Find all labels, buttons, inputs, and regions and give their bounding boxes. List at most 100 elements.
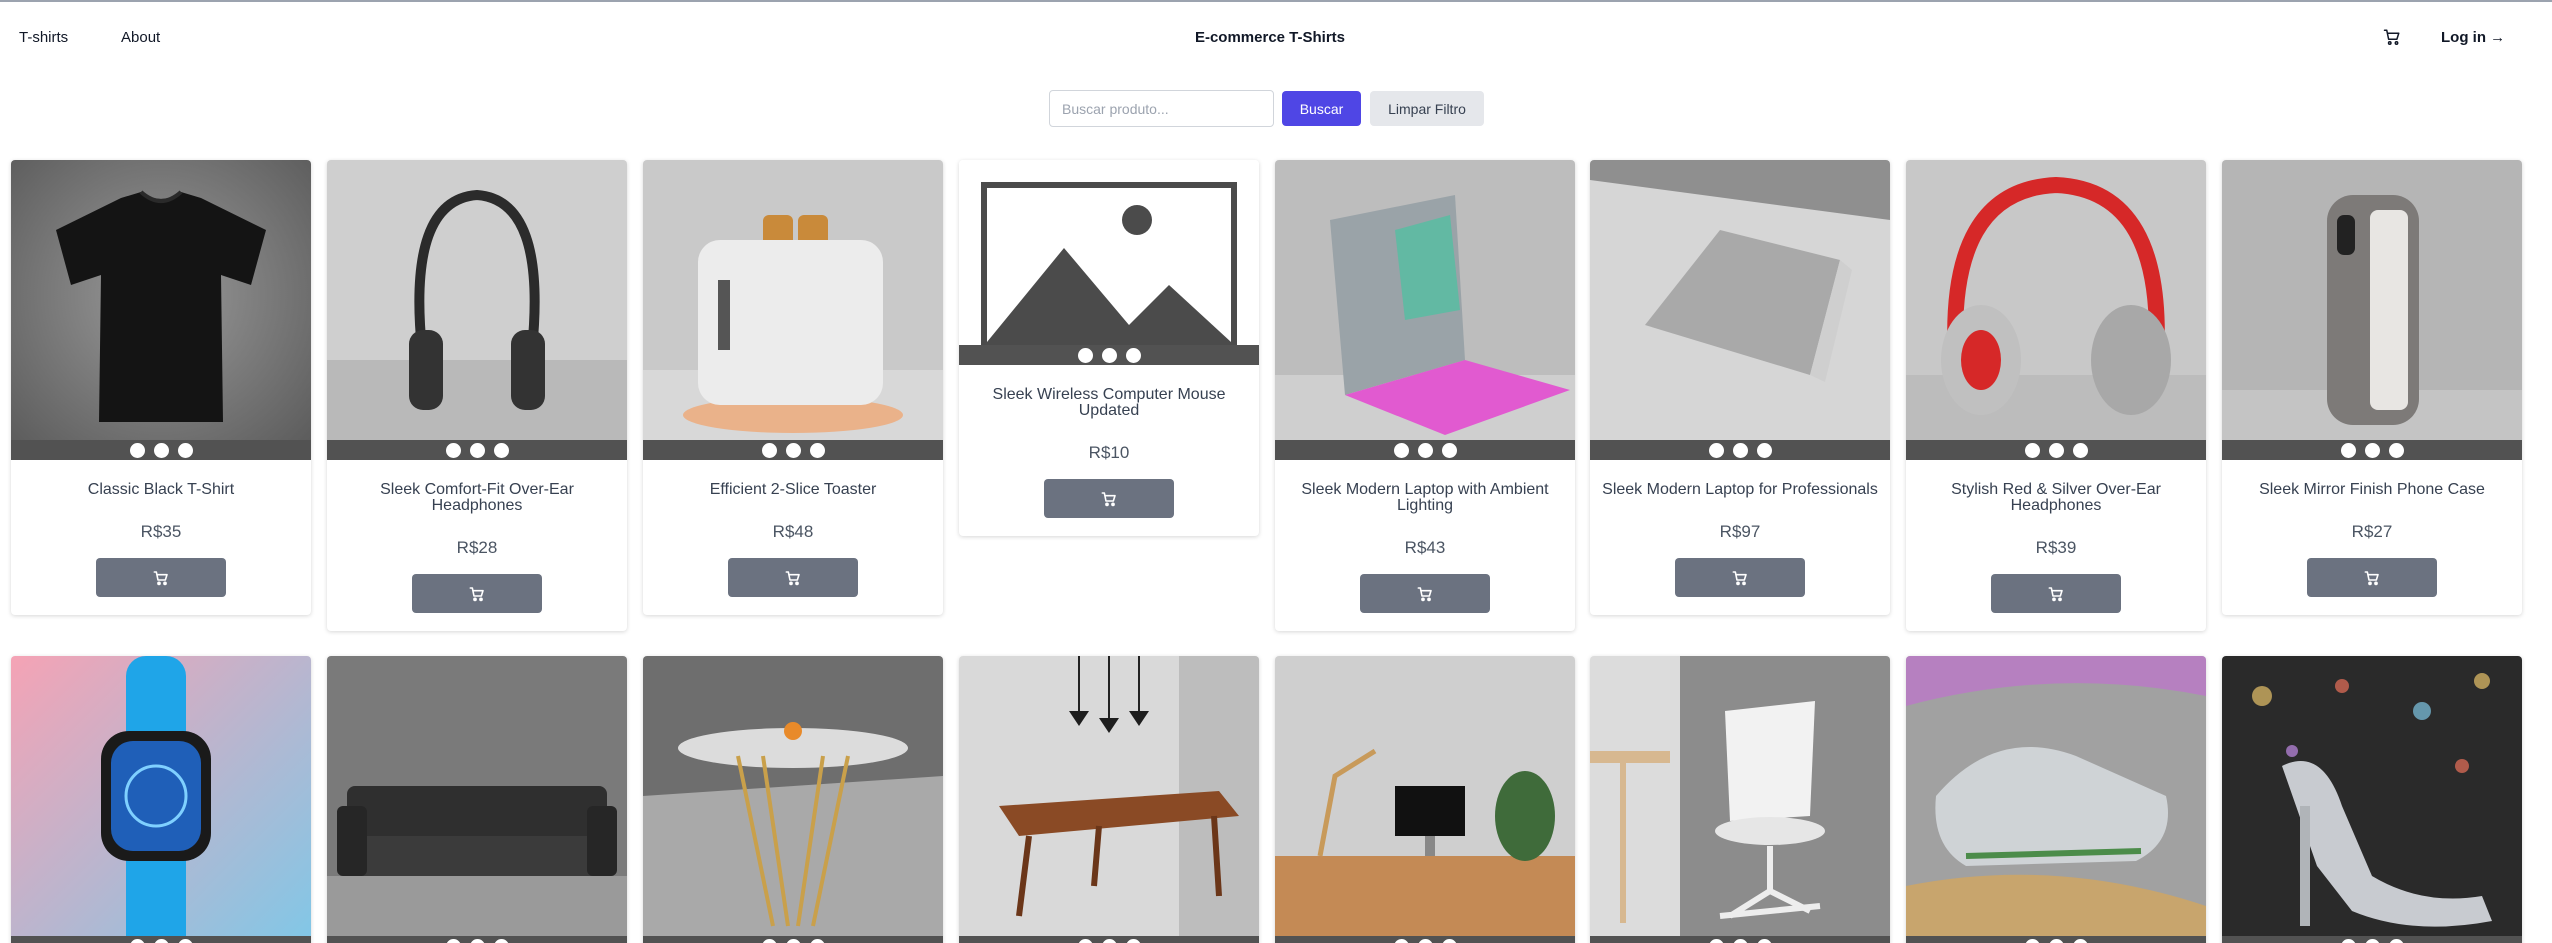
cart-icon — [153, 570, 168, 585]
search-bar: Buscar Limpar Filtro — [0, 90, 2552, 128]
search-button[interactable]: Buscar — [1282, 91, 1361, 126]
image-carousel-nav — [11, 440, 311, 460]
add-to-cart-button[interactable] — [96, 558, 226, 597]
carousel-dot[interactable] — [809, 938, 825, 943]
carousel-dot[interactable] — [177, 442, 193, 458]
carousel-dot[interactable] — [2388, 938, 2404, 943]
carousel-dot[interactable] — [761, 938, 777, 943]
carousel-dot[interactable] — [445, 938, 461, 943]
add-to-cart-button[interactable] — [412, 574, 542, 613]
carousel-dot[interactable] — [1708, 938, 1724, 943]
toaster-photo — [643, 160, 943, 460]
carousel-dot[interactable] — [1393, 938, 1409, 943]
add-to-cart-button[interactable] — [1360, 574, 1490, 613]
product-image — [959, 160, 1259, 365]
clear-filter-button[interactable]: Limpar Filtro — [1370, 91, 1484, 126]
product-image — [643, 160, 943, 460]
carousel-dot[interactable] — [493, 442, 509, 458]
carousel-dot[interactable] — [2072, 442, 2088, 458]
carousel-dot[interactable] — [2024, 938, 2040, 943]
carousel-dot[interactable] — [1393, 442, 1409, 458]
add-to-cart-button[interactable] — [1044, 479, 1174, 518]
carousel-dot[interactable] — [469, 938, 485, 943]
image-carousel-nav — [1590, 936, 1890, 943]
product-image — [643, 656, 943, 943]
carousel-dot[interactable] — [2048, 442, 2064, 458]
carousel-dot[interactable] — [1101, 347, 1117, 363]
sofa-photo — [327, 656, 627, 943]
carousel-dot[interactable] — [469, 442, 485, 458]
product-card: Stylish Red & Silver Over-Ear Headphones… — [1906, 160, 2206, 631]
carousel-dot[interactable] — [809, 442, 825, 458]
carousel-dot[interactable] — [1708, 442, 1724, 458]
carousel-dot[interactable] — [153, 442, 169, 458]
carousel-dot[interactable] — [2024, 442, 2040, 458]
product-card — [959, 656, 1259, 943]
carousel-dot[interactable] — [2388, 442, 2404, 458]
product-image — [1590, 656, 1890, 943]
carousel-dot[interactable] — [761, 442, 777, 458]
image-carousel-nav — [11, 936, 311, 943]
product-image — [1275, 160, 1575, 460]
carousel-dot[interactable] — [1125, 938, 1141, 943]
product-card — [1590, 656, 1890, 943]
image-carousel-nav — [1590, 440, 1890, 460]
carousel-dot[interactable] — [2072, 938, 2088, 943]
carousel-dot[interactable] — [493, 938, 509, 943]
carousel-dot[interactable] — [1756, 938, 1772, 943]
carousel-dot[interactable] — [1417, 442, 1433, 458]
product-price: R$10 — [1088, 443, 1130, 462]
product-card — [1906, 656, 2206, 943]
carousel-dot[interactable] — [1077, 938, 1093, 943]
carousel-dot[interactable] — [129, 938, 145, 943]
cart-icon — [2048, 586, 2063, 601]
carousel-dot[interactable] — [2048, 938, 2064, 943]
product-title: Efficient 2-Slice Toaster — [709, 481, 877, 498]
carousel-dot[interactable] — [2340, 442, 2356, 458]
image-carousel-nav — [1275, 936, 1575, 943]
carousel-dot[interactable] — [153, 938, 169, 943]
carousel-dot[interactable] — [2340, 938, 2356, 943]
carousel-dot[interactable] — [1756, 442, 1772, 458]
search-input[interactable] — [1049, 90, 1274, 127]
carousel-dot[interactable] — [2364, 442, 2380, 458]
image-carousel-nav — [2222, 440, 2522, 460]
carousel-dot[interactable] — [1732, 938, 1748, 943]
product-card — [2222, 656, 2522, 943]
headphones-photo — [1906, 160, 2206, 460]
carousel-dot[interactable] — [1417, 938, 1433, 943]
phone-case-photo — [2222, 160, 2522, 460]
carousel-dot[interactable] — [445, 442, 461, 458]
carousel-dot[interactable] — [2364, 938, 2380, 943]
carousel-dot[interactable] — [785, 938, 801, 943]
carousel-dot[interactable] — [177, 938, 193, 943]
login-link[interactable]: Log in → — [2441, 29, 2505, 46]
add-to-cart-button[interactable] — [1991, 574, 2121, 613]
carousel-dot[interactable] — [1441, 442, 1457, 458]
cart-icon — [2364, 570, 2379, 585]
headphones-photo — [327, 160, 627, 460]
product-card: Sleek Comfort-Fit Over-Ear Headphones R$… — [327, 160, 627, 631]
product-title: Sleek Modern Laptop with Ambient Lightin… — [1301, 481, 1549, 514]
carousel-dot[interactable] — [1441, 938, 1457, 943]
carousel-dot[interactable] — [1077, 347, 1093, 363]
add-to-cart-button[interactable] — [2307, 558, 2437, 597]
cart-icon[interactable] — [2383, 28, 2401, 46]
top-navbar: T-shirts About E-commerce T-Shirts Log i… — [0, 2, 2540, 72]
add-to-cart-button[interactable] — [728, 558, 858, 597]
desk-photo — [1275, 656, 1575, 943]
carousel-dot[interactable] — [1732, 442, 1748, 458]
table-photo — [643, 656, 943, 943]
product-title: Sleek Mirror Finish Phone Case — [2259, 481, 2485, 498]
carousel-dot[interactable] — [785, 442, 801, 458]
image-carousel-nav — [643, 440, 943, 460]
cart-icon — [1732, 570, 1747, 585]
carousel-dot[interactable] — [1101, 938, 1117, 943]
product-image — [1275, 656, 1575, 943]
add-to-cart-button[interactable] — [1675, 558, 1805, 597]
carousel-dot[interactable] — [1125, 347, 1141, 363]
image-carousel-nav — [959, 936, 1259, 943]
carousel-dot[interactable] — [129, 442, 145, 458]
image-carousel-nav — [1906, 440, 2206, 460]
product-card: Sleek Modern Laptop with Ambient Lightin… — [1275, 160, 1575, 631]
